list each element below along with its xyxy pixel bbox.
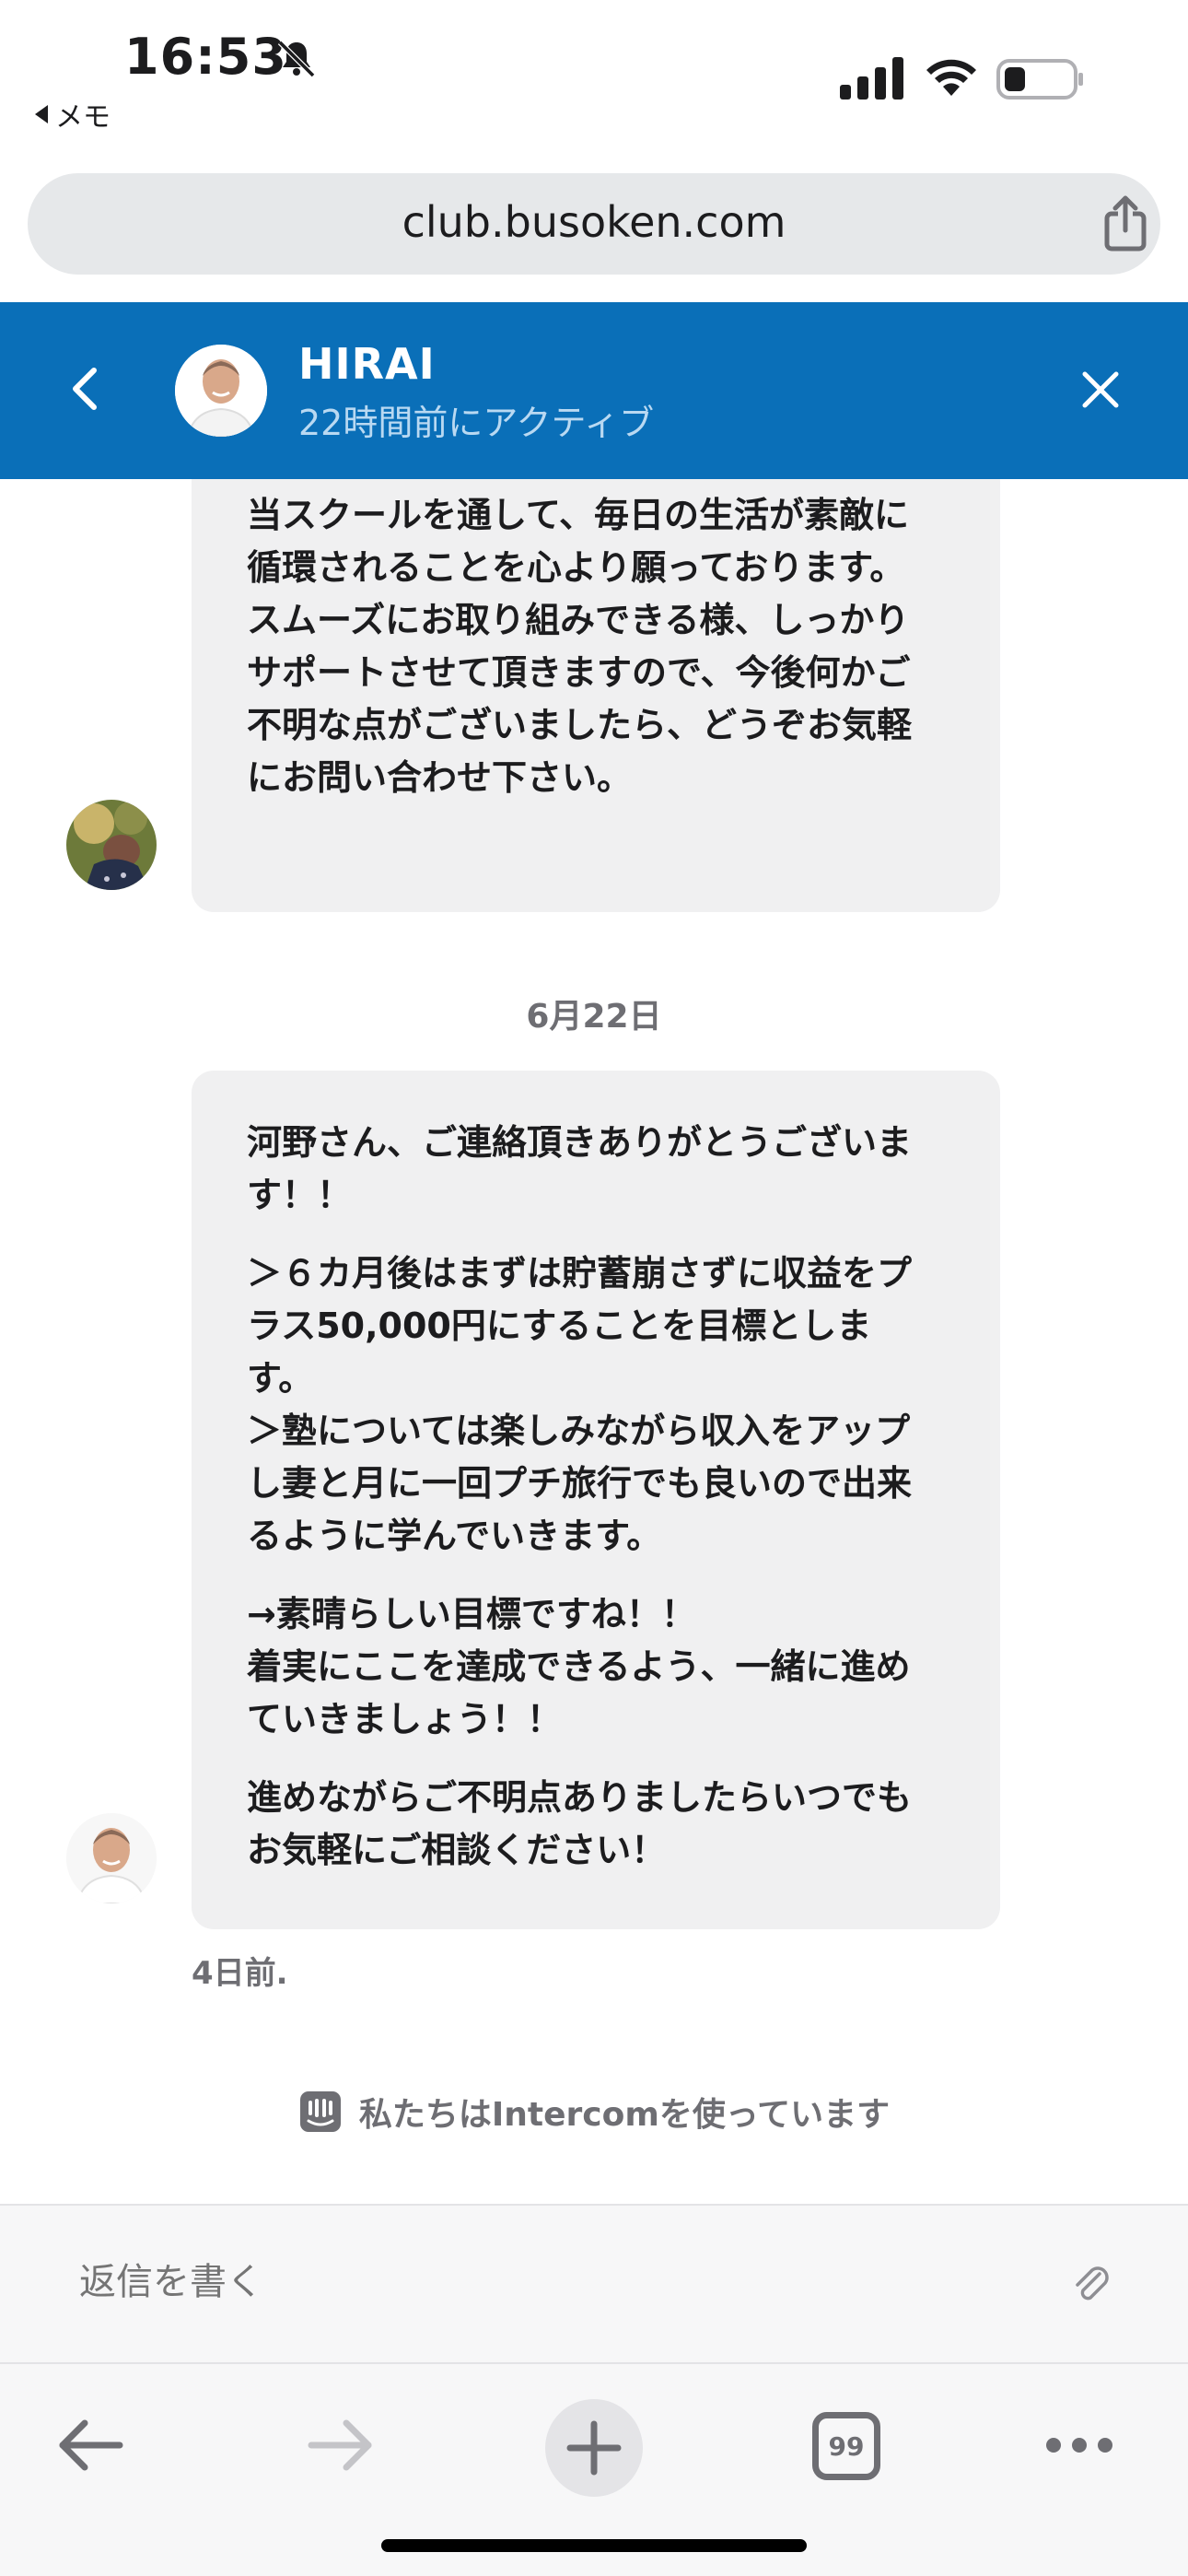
more-icon[interactable] <box>1044 2427 1114 2464</box>
reply-input[interactable] <box>79 2261 1000 2303</box>
user-avatar <box>66 800 157 890</box>
home-indicator <box>381 2539 807 2552</box>
agent-avatar <box>66 1813 157 1903</box>
paperclip-icon[interactable] <box>1068 2261 1114 2307</box>
date-separator: 6月22日 <box>526 998 662 1036</box>
back-app-label: メモ <box>55 101 111 134</box>
cellular-signal-icon <box>840 57 903 100</box>
close-icon[interactable] <box>1077 367 1124 413</box>
message-bubble: 緒にサポートさせて頂きます。 当スクールを通して、毎日の生活が素敵に 循環される… <box>192 424 1000 912</box>
arrow-right-icon[interactable] <box>306 2416 376 2475</box>
tab-count: 99 <box>828 2431 865 2462</box>
message-timestamp: 4日前. <box>192 1955 288 1992</box>
message-paragraph: ＞６カ月後はまずは貯蓄崩さずに収益をプ ラス50,000円にすることを目標としま… <box>247 1253 913 1556</box>
contact-status: 22時間前にアクティブ <box>298 403 655 443</box>
wifi-icon <box>926 59 976 96</box>
url-text[interactable]: club.busoken.com <box>28 197 1160 247</box>
header-avatar <box>175 345 267 437</box>
message-paragraph: 進めながらご不明点ありましたらいつでも お気軽にご相談ください！ <box>247 1777 913 1870</box>
powered-by-intercom[interactable]: 私たちはIntercomを使っています <box>0 2088 1188 2136</box>
reply-composer <box>0 2204 1188 2362</box>
arrow-left-icon[interactable] <box>55 2416 125 2475</box>
back-to-app-button[interactable]: メモ <box>35 94 111 135</box>
battery-icon <box>996 59 1083 100</box>
status-bar: 16:53 メモ <box>0 0 1188 166</box>
chevron-left-icon[interactable] <box>63 359 107 418</box>
new-tab-button[interactable] <box>545 2399 643 2497</box>
tabs-button[interactable]: 99 <box>812 2412 880 2480</box>
contact-name: HIRAI <box>298 339 436 389</box>
address-bar[interactable]: club.busoken.com <box>28 173 1160 275</box>
back-triangle-icon <box>35 105 48 123</box>
message-paragraph: 河野さん、ご連絡頂きありがとうございま す！！ <box>247 1122 913 1215</box>
chat-header: HIRAI 22時間前にアクティブ <box>0 302 1188 479</box>
powered-by-text: 私たちはIntercomを使っています <box>358 2096 891 2134</box>
message-paragraph: →素晴らしい目標ですね！！ 着実にここを達成できるよう、一緒に進め ていきましょ… <box>247 1594 911 1739</box>
intercom-logo-icon <box>299 2091 341 2132</box>
message-text: 河野さん、ご連絡頂きありがとうございま す！！ ＞６カ月後はまずは貯蓄崩さずに収… <box>247 1117 974 1903</box>
share-icon[interactable] <box>1096 193 1155 252</box>
status-time: 16:53 <box>124 28 287 86</box>
plus-icon <box>566 2420 622 2476</box>
message-text: 緒にサポートさせて頂きます。 当スクールを通して、毎日の生活が素敵に 循環される… <box>247 442 913 798</box>
bell-slash-icon <box>277 40 316 78</box>
message-bubble: 河野さん、ご連絡頂きありがとうございま す！！ ＞６カ月後はまずは貯蓄崩さずに収… <box>192 1071 1000 1929</box>
